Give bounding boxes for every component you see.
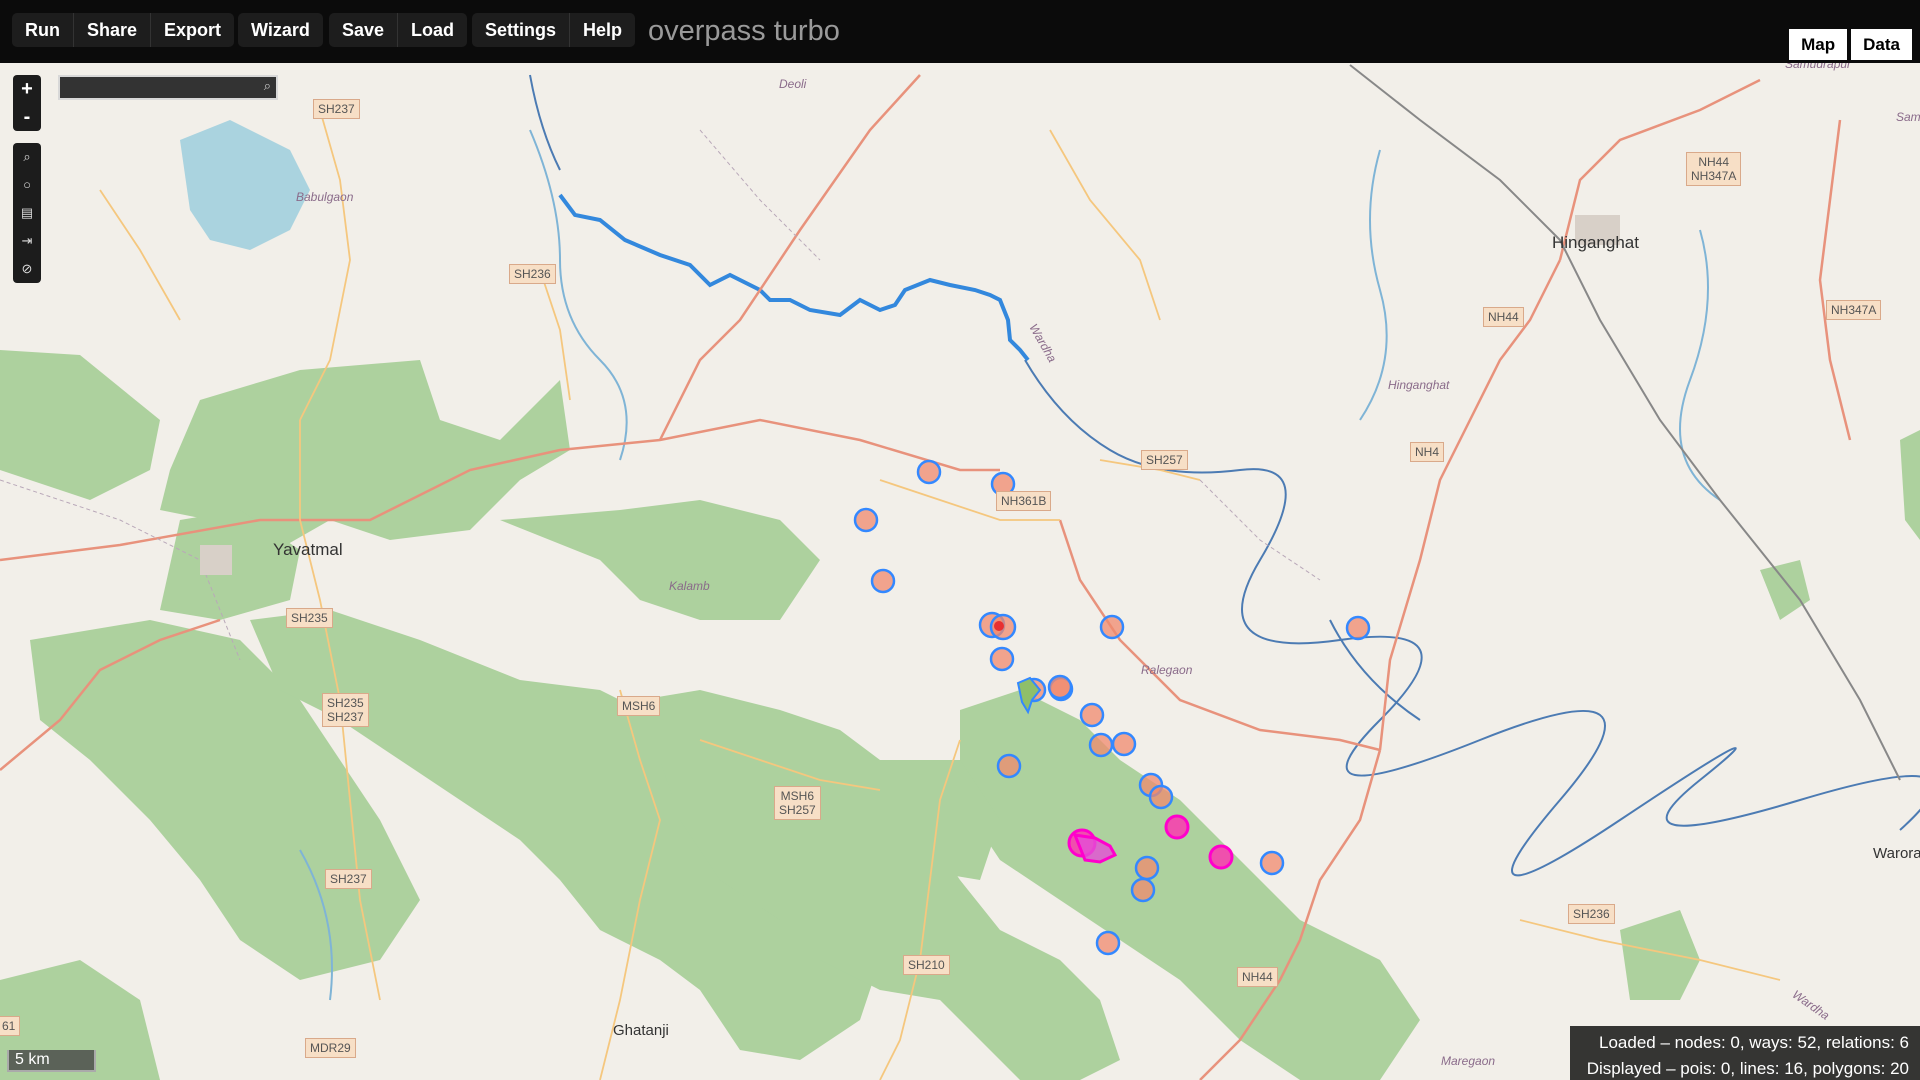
- road-shield: NH44: [1237, 967, 1278, 987]
- railway: [1349, 64, 1901, 781]
- place-label: Babulgaon: [296, 190, 354, 204]
- run-button[interactable]: Run: [12, 13, 74, 47]
- road-shield: SH236: [509, 264, 556, 284]
- road-shield: SH210: [903, 955, 950, 975]
- road-shield: SH235 SH237: [322, 693, 369, 727]
- result-marker[interactable]: [989, 646, 1015, 672]
- wizard-button[interactable]: Wizard: [238, 13, 323, 47]
- town-label: Ghatanji: [613, 1022, 669, 1039]
- forest-areas: [0, 350, 1920, 1080]
- data-tab[interactable]: Data: [1851, 29, 1912, 60]
- town-label: Yavatmal: [273, 540, 343, 559]
- result-marker[interactable]: [1148, 784, 1174, 810]
- export-button[interactable]: Export: [151, 13, 234, 47]
- settings-button[interactable]: Settings: [472, 13, 571, 47]
- place-label: Samudrapur: [1785, 63, 1852, 71]
- circle-icon[interactable]: ○: [13, 171, 41, 199]
- map-search-input[interactable]: [64, 79, 253, 98]
- road-shield-line: NH347A: [1691, 169, 1737, 183]
- place-label: Hinganghat: [1388, 378, 1450, 392]
- result-marker[interactable]: [996, 753, 1022, 779]
- place-label: Sam: [1896, 110, 1920, 124]
- highlight-marker[interactable]: [1208, 844, 1234, 870]
- load-button[interactable]: Load: [398, 13, 467, 47]
- lake: [180, 120, 310, 250]
- settings-help-group: Settings Help: [472, 13, 636, 47]
- stop-icon[interactable]: ⊘: [13, 255, 41, 283]
- road-shield: SH257: [1141, 450, 1188, 470]
- save-button[interactable]: Save: [329, 13, 399, 47]
- result-marker[interactable]: [1134, 855, 1160, 881]
- zoom-control: + -: [13, 75, 41, 131]
- road-shield-line: MSH6: [780, 789, 815, 803]
- zoom-out-button[interactable]: -: [13, 103, 41, 131]
- road-shield: NH44: [1483, 307, 1524, 327]
- magnifier-icon[interactable]: ⌕: [13, 143, 41, 171]
- toolbar: Run Share Export Wizard Save Load Settin…: [0, 0, 1920, 63]
- road-shield: MSH6 SH257: [774, 786, 821, 820]
- road-shield: NH4: [1410, 442, 1445, 462]
- zoom-in-button[interactable]: +: [13, 75, 41, 103]
- view-toggle: Map Data: [1789, 29, 1912, 60]
- place-label: Kalamb: [669, 579, 710, 593]
- fit-icon[interactable]: ⇥: [13, 227, 41, 255]
- result-marker[interactable]: [1345, 615, 1371, 641]
- road-shield-line: NH44: [1698, 155, 1730, 169]
- scale-bar: 5 km: [7, 1050, 96, 1072]
- result-marker[interactable]: [1047, 674, 1073, 700]
- road-shield: NH347A: [1826, 300, 1882, 320]
- town-label: Hinganghat: [1552, 233, 1639, 252]
- wizard-group: Wizard: [238, 13, 323, 47]
- road-shield: NH44 NH347A: [1686, 152, 1742, 186]
- displayed-status: Displayed – pois: 0, lines: 16, polygons…: [1586, 1059, 1909, 1078]
- loaded-status: Loaded – nodes: 0, ways: 52, relations: …: [1599, 1033, 1909, 1052]
- result-marker[interactable]: [853, 507, 879, 533]
- layers-icon[interactable]: ▤: [13, 199, 41, 227]
- streams: [299, 129, 1721, 1001]
- road-shield: SH236: [1568, 904, 1615, 924]
- run-share-export-group: Run Share Export: [12, 13, 235, 47]
- place-label: Ralegaon: [1141, 663, 1193, 677]
- result-marker[interactable]: [1088, 732, 1114, 758]
- selected-dot[interactable]: [994, 621, 1004, 631]
- result-marker[interactable]: [870, 568, 896, 594]
- result-marker[interactable]: [1130, 877, 1156, 903]
- road-shield-line: SH237: [327, 710, 364, 724]
- map-toolbar: ⌕ ○ ▤ ⇥ ⊘: [13, 143, 41, 283]
- yavatmal-urban: [200, 545, 232, 575]
- road-shield: MDR29: [305, 1038, 356, 1058]
- help-button[interactable]: Help: [570, 13, 635, 47]
- road-shield: SH237: [325, 869, 372, 889]
- result-marker[interactable]: [1111, 731, 1137, 757]
- road-shield: SH235: [286, 608, 333, 628]
- result-marker[interactable]: [1259, 850, 1285, 876]
- place-label: Maregaon: [1441, 1054, 1496, 1068]
- road-shield: NH361B: [996, 491, 1052, 511]
- status-box: Loaded – nodes: 0, ways: 52, relations: …: [1570, 1026, 1920, 1080]
- share-button[interactable]: Share: [74, 13, 152, 47]
- search-icon[interactable]: ⌕: [264, 78, 271, 94]
- road-shield: SH237: [313, 99, 360, 119]
- road-shield-line: SH257: [779, 803, 816, 817]
- app-title: overpass turbo: [648, 15, 840, 47]
- map-tab[interactable]: Map: [1789, 29, 1848, 60]
- map-search-box: ⌕: [58, 75, 278, 100]
- place-label: Deoli: [779, 77, 807, 91]
- result-marker[interactable]: [1095, 930, 1121, 956]
- town-label: Warora: [1873, 845, 1920, 862]
- road-shield: 61: [0, 1016, 21, 1036]
- highlight-marker[interactable]: [1164, 814, 1190, 840]
- wardha-river-line[interactable]: [558, 193, 1030, 362]
- road-shield-line: SH235: [327, 696, 364, 710]
- result-marker[interactable]: [916, 459, 942, 485]
- map-tiles: [0, 64, 1920, 1080]
- road-shield: MSH6: [617, 696, 661, 716]
- save-load-group: Save Load: [329, 13, 468, 47]
- map-view[interactable]: Deoli Babulgaon Wardha Hinganghat Kalamb…: [0, 63, 1920, 1080]
- result-marker[interactable]: [1079, 702, 1105, 728]
- result-marker[interactable]: [1099, 614, 1125, 640]
